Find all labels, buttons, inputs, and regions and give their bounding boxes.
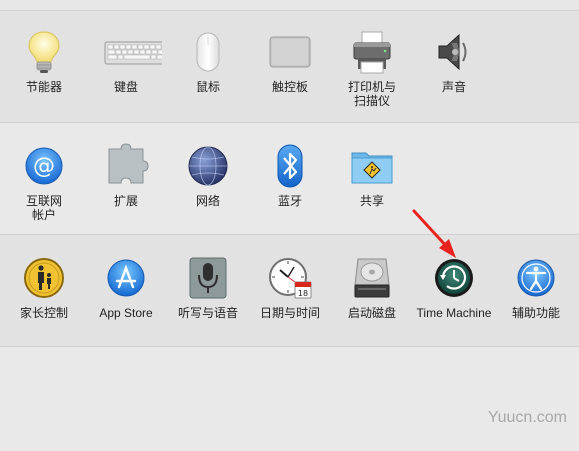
watermark: Yuucn.com	[487, 409, 567, 426]
red-arrow-annotation	[412, 209, 456, 258]
